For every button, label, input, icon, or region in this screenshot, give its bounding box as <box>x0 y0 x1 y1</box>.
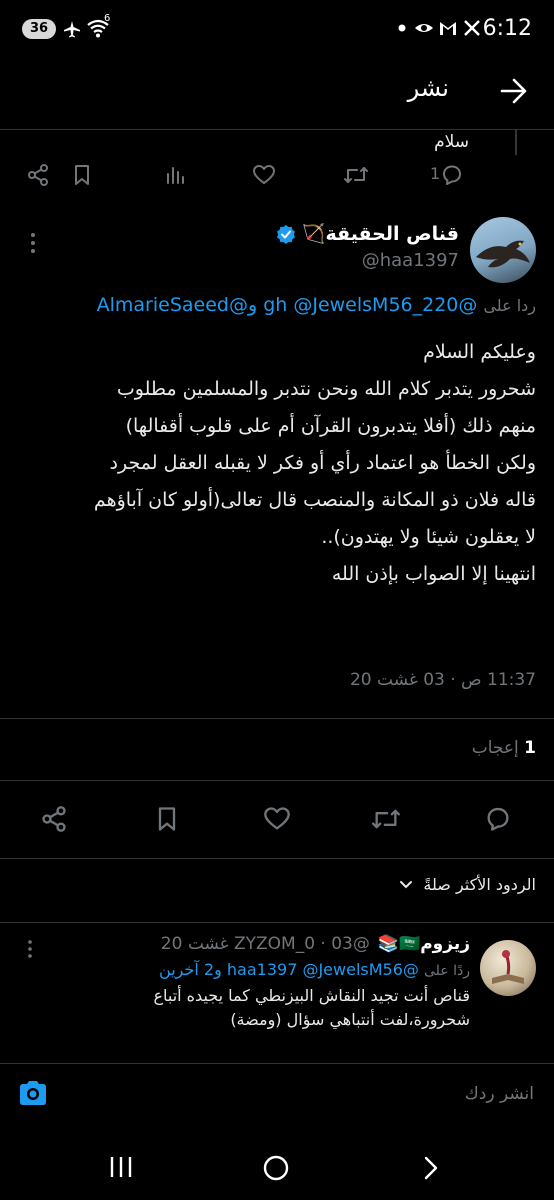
reply-icon[interactable] <box>484 805 512 833</box>
x-logo-icon <box>464 20 480 36</box>
author-row[interactable]: قناص الحقيقة🏹 <box>276 222 459 245</box>
reply-avatar[interactable] <box>480 940 536 996</box>
retweet-icon[interactable] <box>343 163 369 187</box>
more-options-icon[interactable] <box>22 230 44 256</box>
divider <box>0 922 554 923</box>
prev-tweet-text: سلام <box>434 132 469 152</box>
eye-app-icon <box>415 24 433 32</box>
top-bar: نشر <box>0 60 554 128</box>
header-divider <box>0 129 554 130</box>
likes-count: 1 <box>524 738 536 758</box>
tweet-line: لا يعقلون شيئا ولا يهتدون).. <box>321 526 536 548</box>
reply-prefix: ردا على <box>483 296 536 315</box>
home-icon[interactable] <box>262 1154 290 1182</box>
compose-bar <box>0 1063 554 1126</box>
divider <box>0 780 554 781</box>
recent-apps-icon[interactable] <box>108 1155 134 1179</box>
tweet-timestamp[interactable]: 11:37 ص · 03 غشت 20 <box>350 670 536 690</box>
tweet-body: وعليكم السلام شحرور يتدبر كلام الله ونحن… <box>12 336 536 595</box>
likes-label: إعجاب <box>471 738 519 758</box>
notification-dot-icon <box>398 24 406 32</box>
prev-tweet-actions: 1 <box>0 160 554 192</box>
wifi-label: 6 <box>104 13 111 24</box>
reply-line: قناص أنت تجيد النقاش البيزنطي كما يجيده … <box>153 986 470 1005</box>
avatar[interactable] <box>470 217 536 283</box>
back-arrow-icon[interactable] <box>500 75 528 107</box>
share-icon[interactable] <box>26 163 50 187</box>
notification-count-badge: 36 <box>22 19 56 39</box>
airplane-icon <box>64 21 80 38</box>
clock: 6:12 <box>482 16 532 41</box>
tweet-actions <box>0 803 554 837</box>
reply-tweet[interactable]: زيزوم🇸🇦📚 @ZYZOM_0 · 03 غشت 20 ردًا على @… <box>0 930 554 1062</box>
like-icon[interactable] <box>263 805 291 833</box>
more-options-icon[interactable] <box>22 938 38 960</box>
reply-icon[interactable] <box>440 163 464 187</box>
reply-count: 1 <box>430 164 441 183</box>
reply-body: قناص أنت تجيد النقاش البيزنطي كما يجيده … <box>40 984 470 1032</box>
bookmark-icon[interactable] <box>153 805 181 833</box>
reply-handle-time[interactable]: @ZYZOM_0 · 03 غشت 20 <box>161 934 370 954</box>
reply-input[interactable] <box>112 1076 536 1112</box>
tweet-line: وعليكم السلام <box>423 341 536 363</box>
divider <box>0 718 554 719</box>
tweet-line: شحرور يتدبر كلام الله ونحن نتدبر والمسلم… <box>116 378 536 400</box>
reply-to-mentions[interactable]: @220_gh @JewelsM56 و@AlmarieSaeed <box>97 294 478 316</box>
tweet-line: قاله فلان ذو المكانة والمنصب قال تعالى(أ… <box>93 489 536 511</box>
status-bar: 36 6 6:12 <box>0 0 554 60</box>
reply-prefix: ردًا على <box>424 963 470 979</box>
camera-icon[interactable] <box>16 1076 50 1110</box>
reply-author-name[interactable]: زيزوم🇸🇦📚 <box>378 934 470 954</box>
divider <box>0 858 554 859</box>
reply-line: شحرورة،لفت أنتباهي سؤال (ومضة) <box>230 1010 470 1029</box>
reply-context: ردا على @220_gh @JewelsM56 و@AlmarieSaee… <box>16 290 536 321</box>
gmail-icon <box>440 22 456 35</box>
likes-summary[interactable]: 1 إعجاب <box>472 738 536 758</box>
sort-label: الردود الأكثر صلةً <box>423 875 536 894</box>
falcon-avatar-icon <box>476 240 530 268</box>
retweet-icon[interactable] <box>370 805 402 833</box>
like-icon[interactable] <box>252 163 276 187</box>
tweet-line: انتهينا إلا الصواب بإذن الله <box>331 563 536 585</box>
page-title: نشر <box>407 74 449 102</box>
back-nav-icon[interactable] <box>420 1155 442 1181</box>
chevron-down-icon <box>400 880 413 888</box>
author-handle[interactable]: @haa1397 <box>362 250 459 271</box>
share-icon[interactable] <box>40 805 68 833</box>
thread-line <box>515 129 517 155</box>
author-name[interactable]: قناص الحقيقة🏹 <box>302 222 459 245</box>
tweet-line: منهم ذلك (أفلا يتدبرون القرآن أم على قلو… <box>125 415 536 437</box>
bookmark-icon[interactable] <box>70 163 94 187</box>
book-avatar-icon <box>492 950 524 984</box>
verified-badge-icon <box>276 224 295 244</box>
reply-context: ردًا على @haa1397 @JewelsM56 و2 آخرين <box>159 960 470 979</box>
sort-replies-dropdown[interactable]: الردود الأكثر صلةً <box>399 875 536 894</box>
views-icon[interactable] <box>163 163 187 187</box>
system-nav-bar <box>0 1128 554 1200</box>
tweet-line: ولكن الخطأ هو اعتماد رأي أو فكر لا يقبله… <box>109 452 536 474</box>
reply-header: زيزوم🇸🇦📚 @ZYZOM_0 · 03 غشت 20 <box>161 934 470 954</box>
reply-to-mentions[interactable]: @haa1397 @JewelsM56 و2 آخرين <box>159 960 419 979</box>
